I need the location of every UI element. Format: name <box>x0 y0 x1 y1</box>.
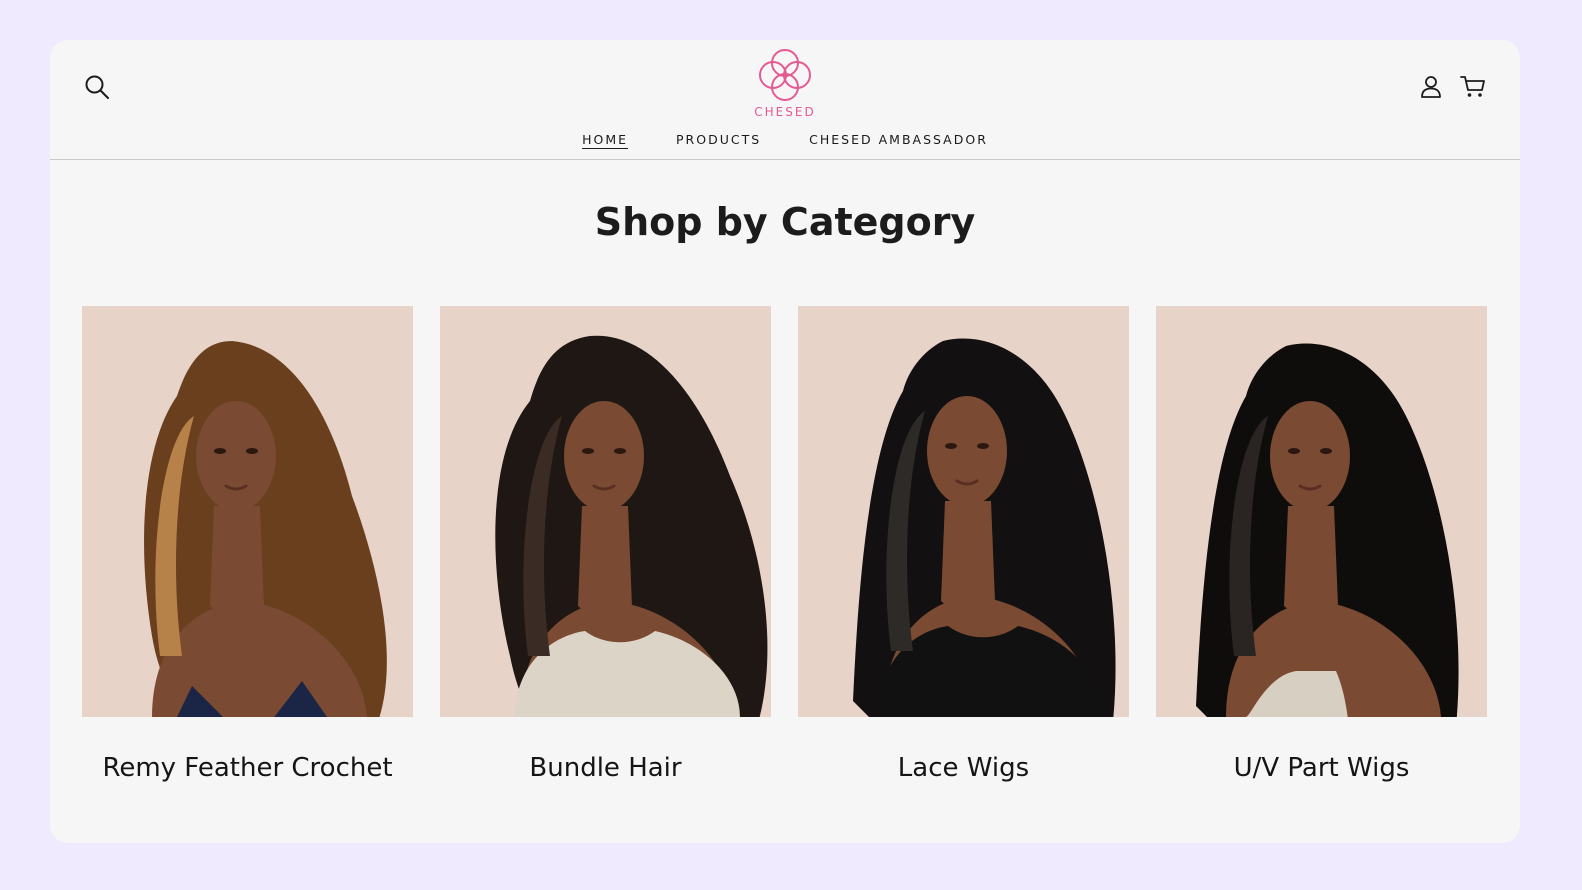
face-shape <box>1270 401 1350 511</box>
eye-shape <box>214 448 226 454</box>
page-frame: CHESED HOME PRODUCTS CHESED AMBASSADOR S… <box>50 40 1520 843</box>
search-button[interactable] <box>80 70 114 104</box>
eye-shape <box>945 443 957 449</box>
category-card[interactable]: Remy Feather Crochet <box>82 306 413 783</box>
neck-shape <box>210 506 264 618</box>
eye-shape <box>1320 448 1332 454</box>
face-shape <box>564 401 644 511</box>
nav-item-products[interactable]: PRODUCTS <box>676 132 761 147</box>
model-portrait <box>1196 343 1459 717</box>
face-shape <box>927 396 1007 506</box>
face-shape <box>196 401 276 511</box>
category-label[interactable]: Remy Feather Crochet <box>82 753 413 783</box>
site-header: CHESED HOME PRODUCTS CHESED AMBASSADOR <box>50 40 1520 160</box>
nav-item-chesed-ambassador[interactable]: CHESED AMBASSADOR <box>809 132 988 147</box>
main-nav: HOME PRODUCTS CHESED AMBASSADOR <box>50 132 1520 147</box>
neck-shape <box>1284 506 1338 618</box>
category-label[interactable]: Bundle Hair <box>440 753 771 783</box>
section-title: Shop by Category <box>594 200 976 244</box>
cart-icon <box>1460 76 1485 97</box>
eye-shape <box>977 443 989 449</box>
category-image[interactable] <box>82 306 413 717</box>
account-icon <box>1421 76 1441 98</box>
eye-shape <box>614 448 626 454</box>
model-portrait <box>495 335 768 717</box>
category-card[interactable]: Lace Wigs <box>798 306 1129 783</box>
category-image[interactable] <box>798 306 1129 717</box>
category-label[interactable]: U/V Part Wigs <box>1156 753 1487 783</box>
eye-shape <box>1288 448 1300 454</box>
category-label[interactable]: Lace Wigs <box>798 753 1129 783</box>
brand-logo[interactable]: CHESED <box>735 46 835 122</box>
category-image[interactable] <box>440 306 771 717</box>
eye-shape <box>582 448 594 454</box>
cart-button[interactable] <box>1456 72 1490 102</box>
model-portrait <box>853 338 1116 717</box>
logo-mark-icon <box>759 49 811 101</box>
category-image[interactable] <box>1156 306 1487 717</box>
category-card[interactable]: Bundle Hair <box>440 306 771 783</box>
account-button[interactable] <box>1416 72 1446 102</box>
category-grid: Remy Feather Crochet Bundle Hair Lace Wi… <box>82 306 1487 783</box>
neck-shape <box>941 501 995 613</box>
model-portrait <box>144 341 387 717</box>
category-card[interactable]: U/V Part Wigs <box>1156 306 1487 783</box>
search-icon <box>85 75 109 99</box>
logo-text: CHESED <box>754 105 816 119</box>
eye-shape <box>246 448 258 454</box>
nav-item-home[interactable]: HOME <box>582 132 628 147</box>
neck-shape <box>578 506 632 618</box>
